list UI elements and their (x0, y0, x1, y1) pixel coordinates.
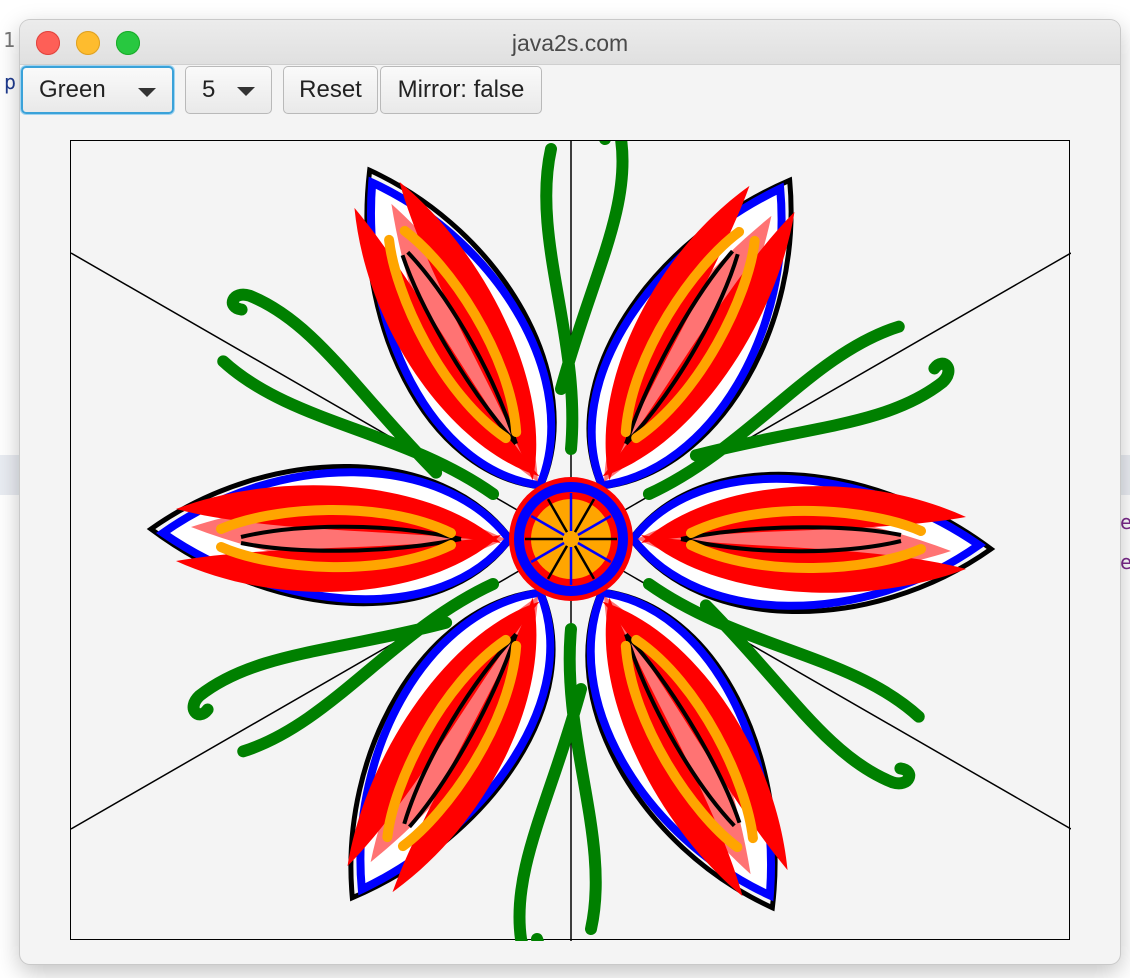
stroke-width-select-value: 5 (202, 76, 216, 103)
petal (627, 471, 996, 615)
toolbar: Green 5 Reset Mirror: false (20, 64, 1120, 120)
title-bar[interactable]: java2s.com (20, 20, 1120, 65)
reset-button[interactable]: Reset (283, 66, 378, 114)
chevron-down-icon (138, 88, 156, 97)
color-select-value: Green (39, 76, 106, 103)
drawing-canvas[interactable] (70, 140, 1071, 941)
color-select[interactable]: Green (21, 66, 174, 114)
background-code-fragment-right-2: e (1120, 550, 1130, 574)
background-strip-right (1120, 455, 1130, 495)
flower-drawing (71, 141, 1071, 941)
petal (146, 463, 515, 607)
mirror-toggle-button[interactable]: Mirror: false (380, 66, 542, 114)
background-line-number: 1 (3, 28, 16, 52)
background-code-fragment-right: e (1120, 510, 1130, 534)
app-window: java2s.com Green 5 Reset Mirror: false (20, 20, 1120, 964)
background-strip (0, 455, 20, 495)
chevron-down-icon (237, 87, 255, 96)
stroke-width-select[interactable]: 5 (185, 66, 272, 114)
window-title: java2s.com (511, 30, 629, 56)
background-code-fragment: p (4, 70, 17, 94)
